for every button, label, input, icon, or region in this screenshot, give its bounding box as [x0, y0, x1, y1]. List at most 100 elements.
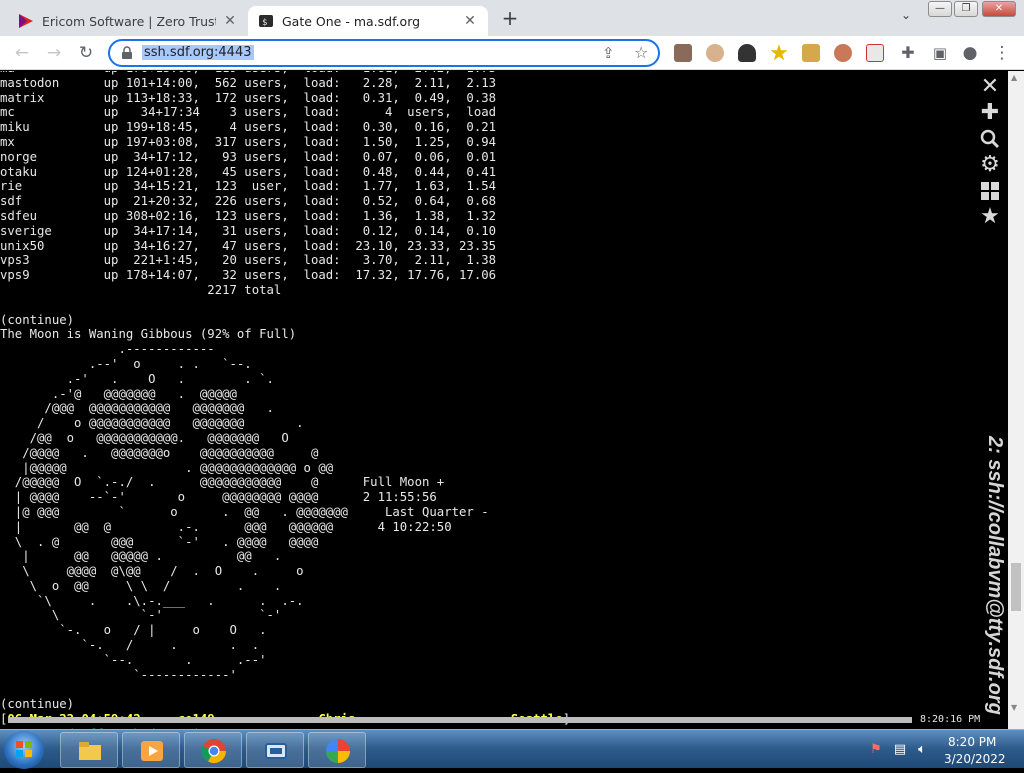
clock-date[interactable]: 3/20/2022	[944, 752, 1006, 766]
terminal-line: .------------	[0, 342, 215, 357]
action-center-flag-icon[interactable]: ⚑	[868, 742, 884, 758]
terminal-line: .-'@ @@@@@@@ . @@@@@	[0, 386, 237, 401]
terminal-line: sverige up 34+17:14, 31 users, load: 0.1…	[0, 223, 497, 238]
terminal-line: (continue)	[0, 312, 75, 327]
reload-button[interactable]: ↻	[74, 41, 98, 65]
terminal-line: vps3 up 221+1:45, 20 users, load: 3.70, …	[0, 253, 497, 268]
terminal-line: matrix up 113+18:33, 172 users, load: 0.…	[0, 90, 497, 105]
volume-icon[interactable]: 🔈︎	[914, 742, 930, 758]
share-icon[interactable]: ⇪	[602, 44, 615, 62]
terminal-scrollbar[interactable]	[8, 717, 912, 723]
network-icon[interactable]: ▤	[892, 742, 908, 758]
remote-desktop-icon	[265, 743, 287, 759]
terminal-line: \ @@@@ @\@@ / . O . o	[0, 564, 304, 579]
search-icon[interactable]	[978, 127, 1002, 151]
extension-avatar-icon[interactable]	[674, 44, 692, 62]
system-tray: ⚑ ▤ 🔈︎ 8:20 PM 3/20/2022	[864, 732, 1024, 768]
chrome-icon	[201, 739, 226, 764]
taskbar-collabvm[interactable]	[308, 732, 366, 768]
terminal-line: rie up 34+15:21, 123 user, load: 1.77, 1…	[0, 179, 497, 194]
extension-face-icon[interactable]	[706, 44, 724, 62]
tab-search-chevron-icon[interactable]: ⌄	[896, 8, 916, 22]
taskbar-explorer[interactable]	[60, 732, 118, 768]
terminal-line: | @@ @ .-. @@@ @@@@@@ 4 10:22:50	[0, 519, 452, 534]
close-terminal-icon[interactable]: ✕	[978, 75, 1002, 99]
clock-time[interactable]: 8:20 PM	[948, 735, 996, 749]
tab-gateone[interactable]: $ Gate One - ma.sdf.org ✕	[248, 6, 488, 36]
page-scrollbar[interactable]: ▲ ▼	[1008, 71, 1024, 729]
ericom-favicon-icon	[19, 14, 33, 28]
taskbar-chrome[interactable]	[184, 732, 242, 768]
gateone-favicon-icon: $	[259, 15, 273, 28]
tab-ericom[interactable]: Ericom Software | Zero Trust Brow ✕	[8, 6, 248, 36]
terminal-line: `------------'	[0, 667, 237, 682]
scroll-up-arrow-icon[interactable]: ▲	[1011, 73, 1017, 82]
address-bar[interactable]: ssh.sdf.org:4443 ⇪ ☆	[108, 39, 660, 67]
terminal-line: vps9 up 178+14:07, 32 users, load: 17.32…	[0, 268, 497, 283]
scroll-down-arrow-icon[interactable]: ▼	[1011, 703, 1017, 712]
new-terminal-plus-icon[interactable]: ✚	[978, 101, 1002, 125]
terminal-line: miku up 199+18:45, 4 users, load: 0.30, …	[0, 120, 497, 135]
terminal-clock: 8:20:16 PM	[920, 714, 981, 725]
bookmark-star-icon[interactable]: ☆	[634, 43, 648, 62]
terminal-output[interactable]: ma up 176+13:00, 119 users, load: 1.81, …	[0, 71, 570, 729]
terminal-line: /@@@@ . @@@@@@@o @@@@@@@@@@ @	[0, 445, 319, 460]
terminal-line: mastodon up 101+14:00, 562 users, load: …	[0, 75, 497, 90]
terminal-line: unix50 up 34+16:27, 47 users, load: 23.1…	[0, 238, 497, 253]
collabvm-icon	[326, 739, 350, 763]
terminal-line: 2217 total	[0, 282, 282, 297]
terminal-line: \ `-' `-'	[0, 608, 282, 623]
back-button[interactable]: ←	[10, 41, 34, 65]
terminal-line: The Moon is Waning Gibbous (92% of Full)	[0, 327, 297, 342]
terminal-line: / o @@@@@@@@@@@ @@@@@@@ .	[0, 416, 304, 431]
terminal-line: /@@ o @@@@@@@@@@@. @@@@@@@ O	[0, 430, 289, 445]
windows-logo-icon	[16, 741, 32, 757]
terminal-line: mc up 34+17:34 3 users, load: 4 users, l…	[0, 105, 497, 120]
extension-doge-icon[interactable]	[802, 44, 820, 62]
extension-cat-icon[interactable]	[866, 44, 884, 62]
forward-button[interactable]: →	[42, 41, 66, 65]
start-button[interactable]	[4, 731, 44, 769]
tab-strip: Ericom Software | Zero Trust Brow ✕ $ Ga…	[0, 0, 1024, 36]
terminal-line: `--. . .--'	[0, 652, 267, 667]
tab-title: Ericom Software | Zero Trust Brow	[42, 13, 216, 29]
extension-badge-icon[interactable]	[770, 44, 788, 61]
tab-title: Gate One - ma.sdf.org	[282, 13, 421, 29]
terminal-line: otaku up 124+01:28, 45 users, load: 0.48…	[0, 164, 497, 179]
terminal-line: |@ @@@ ` o . @@ . @@@@@@@ Last Quarter -	[0, 504, 489, 519]
new-tab-button[interactable]: +	[498, 6, 522, 30]
grid-view-icon[interactable]	[978, 179, 1002, 203]
extension-person-icon[interactable]	[834, 44, 852, 62]
close-window-button[interactable]: ✕	[982, 1, 1016, 17]
side-panel-icon[interactable]: ▣	[928, 41, 952, 65]
terminal-line: sdfeu up 308+02:16, 123 users, load: 1.3…	[0, 208, 497, 223]
lock-icon[interactable]	[120, 46, 134, 60]
extension-hat-icon[interactable]	[738, 44, 756, 62]
close-tab-icon[interactable]: ✕	[222, 13, 238, 29]
terminal-line: norge up 34+17:12, 93 users, load: 0.07,…	[0, 149, 497, 164]
session-label: 2: ssh://collabvm@tty.sdf.org	[984, 436, 1006, 715]
scrollbar-thumb[interactable]	[1011, 563, 1021, 611]
bookmark-star-icon[interactable]: ★	[978, 205, 1002, 229]
extensions-puzzle-icon[interactable]: ✚	[896, 41, 920, 65]
gateone-terminal[interactable]: ma up 176+13:00, 119 users, load: 1.81, …	[0, 71, 1008, 729]
profile-avatar-icon[interactable]: ●	[958, 41, 982, 65]
chrome-menu-icon[interactable]: ⋮	[990, 41, 1014, 65]
browser-toolbar: ← → ↻ ssh.sdf.org:4443 ⇪ ☆ ✚ ▣ ● ⋮	[0, 36, 1024, 70]
settings-gear-icon[interactable]: ⚙	[978, 153, 1002, 177]
windows-taskbar: ⚑ ▤ 🔈︎ 8:20 PM 3/20/2022	[0, 729, 1024, 769]
taskbar-media-player[interactable]	[122, 732, 180, 768]
folder-icon	[79, 742, 101, 760]
minimize-button[interactable]: —	[928, 1, 952, 17]
terminal-line: .--' o . . `--.	[0, 356, 252, 371]
maximize-button[interactable]: ❐	[954, 1, 978, 17]
close-tab-icon[interactable]: ✕	[462, 13, 478, 29]
terminal-line: /@@@@@ O `.-./ . @@@@@@@@@@@ @ Full Moon…	[0, 475, 445, 490]
taskbar-remote-desktop[interactable]	[246, 732, 304, 768]
url-text[interactable]: ssh.sdf.org:4443	[142, 45, 254, 60]
terminal-line: mx up 197+03:08, 317 users, load: 1.50, …	[0, 134, 497, 149]
terminal-line: .-' . O . . `.	[0, 371, 274, 386]
terminal-line: `\ . .\.-.___ . . .-.	[0, 593, 304, 608]
